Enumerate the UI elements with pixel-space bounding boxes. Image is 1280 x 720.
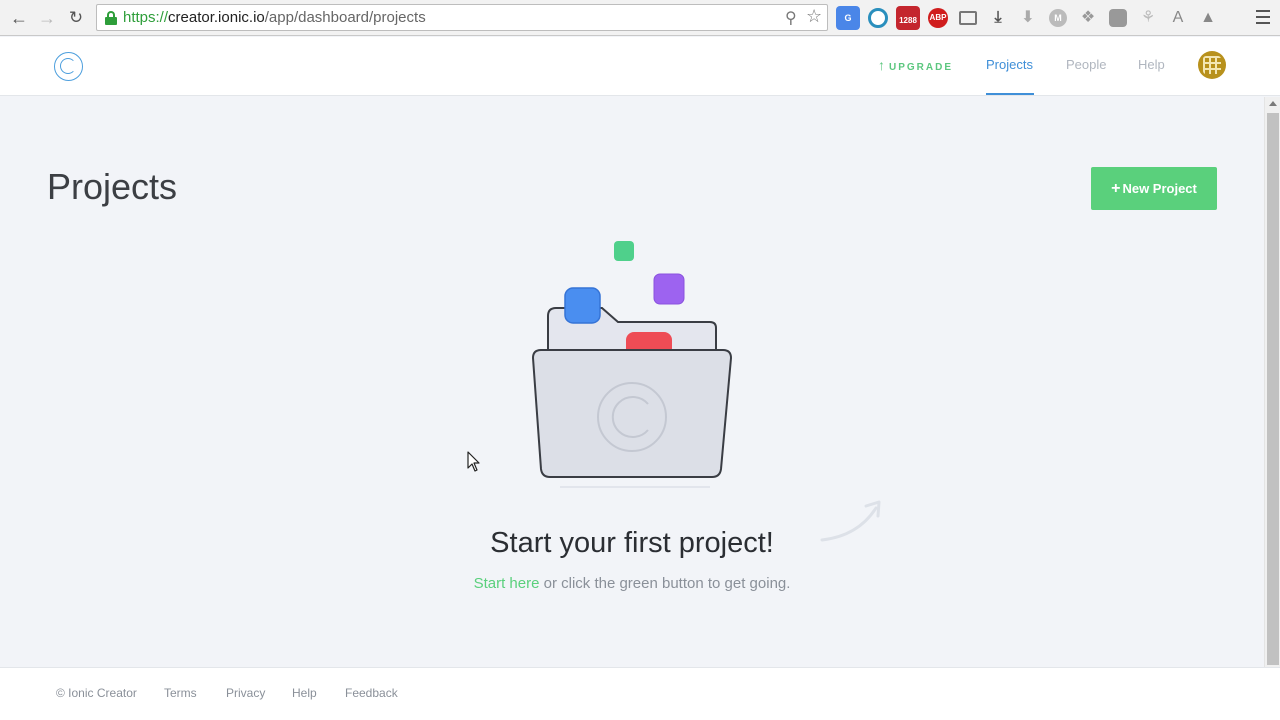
key-icon[interactable]: ⚲	[785, 8, 797, 28]
mouse-cursor-icon	[467, 451, 480, 472]
footer-privacy-link[interactable]: Privacy	[226, 686, 265, 700]
browser-menu-icon[interactable]	[1252, 6, 1274, 30]
footer-feedback-link[interactable]: Feedback	[345, 686, 398, 700]
bookmark-star-icon[interactable]: ☆	[806, 6, 822, 27]
empty-state-subline: Start here or click the green button to …	[473, 575, 791, 592]
address-bar[interactable]: https://creator.ionic.io/app/dashboard/p…	[96, 4, 828, 31]
note-extension-icon[interactable]	[1109, 9, 1127, 27]
translate-extension-icon[interactable]: G	[836, 6, 860, 30]
new-project-button[interactable]: + New Project	[1091, 167, 1217, 210]
purple-app-square	[653, 273, 685, 305]
folder-front	[531, 349, 733, 478]
nav-people[interactable]: People	[1066, 57, 1106, 72]
adblock-icon[interactable]: ABP	[928, 8, 948, 28]
page-scrollbar[interactable]	[1264, 97, 1280, 667]
active-tab-indicator	[986, 93, 1034, 95]
scrollbar-thumb[interactable]	[1267, 113, 1279, 665]
download-icon[interactable]: ⤓	[986, 6, 1010, 30]
browser-toolbar: ← → ↻ https://creator.ionic.io/app/dashb…	[0, 0, 1280, 36]
copyright-text: © Ionic Creator	[56, 686, 137, 700]
download-arrow-icon[interactable]: ⬇	[1016, 6, 1040, 30]
back-arrow-icon[interactable]: ←	[7, 6, 31, 30]
app-header: ↑ UPGRADE Projects People Help	[0, 37, 1280, 96]
footer-terms-link[interactable]: Terms	[164, 686, 197, 700]
angular-icon[interactable]: ▲	[1196, 6, 1220, 30]
m-extension-icon[interactable]: M	[1049, 9, 1067, 27]
evernote-icon[interactable]: ⚘	[1136, 6, 1160, 30]
upgrade-arrow-icon: ↑	[878, 57, 885, 73]
plus-icon: +	[1111, 180, 1121, 197]
cast-icon[interactable]	[959, 11, 977, 25]
lock-icon	[105, 11, 117, 25]
nav-projects[interactable]: Projects	[986, 57, 1033, 72]
page-title: Projects	[47, 166, 178, 207]
nav-help[interactable]: Help	[1138, 57, 1165, 72]
dropbox-icon[interactable]: ❖	[1076, 6, 1100, 30]
extensions-bar: G 1288 ABP ⤓ ⬇ M ❖ ⚘ A ▲	[836, 6, 1220, 30]
start-here-link[interactable]: Start here	[474, 575, 540, 592]
upgrade-link[interactable]: ↑ UPGRADE	[878, 57, 953, 73]
user-avatar[interactable]	[1198, 51, 1226, 79]
empty-state-headline: Start your first project!	[490, 527, 774, 559]
green-app-square	[614, 241, 634, 261]
page-footer: © Ionic Creator Terms Privacy Help Feedb…	[0, 667, 1280, 720]
blue-app-square	[564, 287, 601, 324]
ionic-creator-logo[interactable]	[54, 52, 83, 81]
compass-extension-icon[interactable]	[868, 8, 888, 28]
reload-icon[interactable]: ↻	[64, 6, 88, 30]
forward-arrow-icon[interactable]: →	[35, 6, 59, 30]
font-a-icon[interactable]: A	[1166, 6, 1190, 30]
gmail-checker-icon[interactable]: 1288	[896, 6, 920, 30]
empty-folder-illustration	[531, 241, 733, 488]
footer-help-link[interactable]: Help	[292, 686, 317, 700]
scroll-up-arrow-icon[interactable]	[1269, 101, 1277, 106]
url-text[interactable]: https://creator.ionic.io/app/dashboard/p…	[123, 9, 426, 26]
